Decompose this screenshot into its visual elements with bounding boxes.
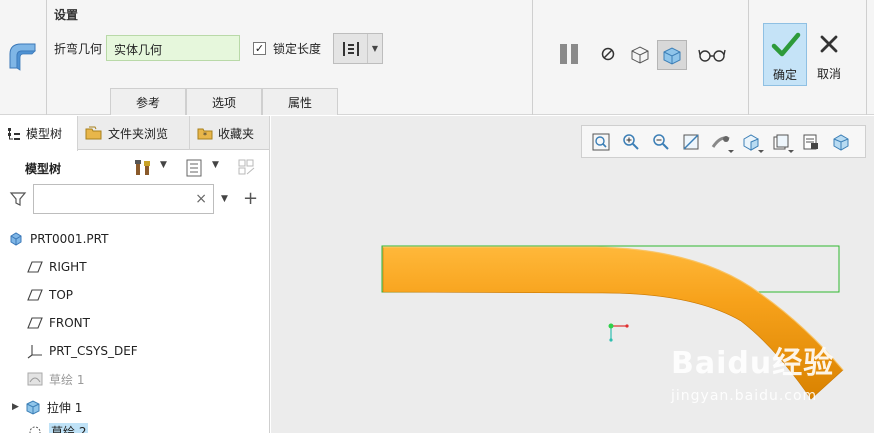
svg-text:*: * (203, 131, 207, 140)
divider (532, 0, 533, 115)
tree-item-sketch-1[interactable]: 草绘 1 (0, 367, 269, 391)
sketch-icon (27, 371, 43, 387)
navigator-tabs: 模型树 文件夹浏览 * 收藏夹 (0, 116, 270, 151)
pause-button[interactable] (554, 40, 584, 68)
tree-item-extrude-1[interactable]: ▶ 拉伸 1 (0, 395, 269, 419)
list-settings-icon (186, 159, 202, 177)
no-preview-button[interactable] (597, 42, 619, 66)
show-hide-icon (238, 159, 255, 175)
folder-icon (85, 126, 102, 140)
tree-item-top[interactable]: TOP (0, 283, 269, 307)
clear-icon[interactable]: × (195, 191, 207, 207)
glasses-icon (698, 49, 726, 62)
tree-item-csys[interactable]: PRT_CSYS_DEF (0, 339, 269, 363)
no-preview-icon (601, 47, 615, 61)
watermark-url: jingyan.baidu.com (671, 388, 818, 404)
datum-plane-icon (27, 259, 43, 275)
tab-favorites[interactable]: * 收藏夹 (190, 116, 270, 150)
preview-icon (631, 46, 649, 64)
tree-filter-button[interactable] (236, 157, 258, 179)
chevron-down-icon[interactable]: ▼ (368, 34, 382, 63)
ok-button[interactable]: 确定 (763, 23, 807, 86)
cancel-label: 取消 (816, 67, 841, 81)
divider (46, 0, 47, 115)
sketch-icon (27, 423, 43, 433)
model-tree-icon (8, 127, 20, 140)
tree-item-label: FRONT (49, 316, 90, 330)
tree-item-label: 拉伸 1 (46, 400, 83, 415)
tab-label: 收藏夹 (218, 126, 255, 141)
length-option-icon (334, 34, 368, 63)
verify-icon (663, 47, 681, 65)
expand-arrow-icon[interactable]: ▶ (12, 402, 19, 412)
check-icon (771, 32, 801, 57)
tree-item-label: 草绘 2 (49, 423, 89, 433)
tab-label: 文件夹浏览 (108, 126, 169, 141)
bend-feature-icon (9, 43, 36, 71)
chevron-down-icon[interactable]: ▼ (160, 160, 167, 170)
favorites-icon: * (197, 128, 213, 140)
tab-options[interactable]: 选项 (186, 88, 262, 115)
tab-folder-browser[interactable]: 文件夹浏览 (78, 116, 190, 150)
csys-icon (27, 343, 43, 359)
tree-item-sketch-2[interactable]: 草绘 2 (0, 421, 269, 433)
feature-preview-button[interactable] (696, 42, 728, 68)
ok-label: 确定 (772, 68, 797, 82)
watermark-brand: Baidu经验 (671, 346, 835, 381)
cancel-button[interactable]: 取消 (812, 30, 846, 85)
divider (866, 0, 867, 115)
tab-references[interactable]: 参考 (110, 88, 186, 115)
tree-item-label: PRT0001.PRT (30, 232, 109, 246)
chevron-down-icon[interactable]: ▼ (221, 194, 228, 204)
preview-button[interactable] (626, 40, 654, 68)
divider (748, 0, 749, 115)
chevron-down-icon[interactable]: ▼ (212, 160, 219, 170)
bend-geometry-field[interactable]: 实体几何 (106, 35, 240, 61)
verify-button[interactable] (657, 40, 687, 70)
tree-item-front[interactable]: FRONT (0, 311, 269, 335)
lock-length-label: 锁定长度 (273, 41, 322, 56)
tab-model-tree[interactable]: 模型树 (0, 116, 78, 151)
lock-length-checkbox[interactable]: ✓ 锁定长度 (253, 38, 321, 58)
add-icon[interactable]: + (243, 188, 258, 209)
tab-label: 模型树 (26, 127, 63, 141)
datum-plane-icon (27, 315, 43, 331)
extrude-icon (25, 399, 41, 415)
tools-icon (135, 160, 150, 175)
tree-item-label: RIGHT (49, 260, 87, 274)
navigator-panel: 模型树 文件夹浏览 * 收藏夹 模型树 ▼ ▼ × ▼ + PRT0001.PR… (0, 116, 270, 433)
part-icon (8, 231, 24, 247)
checkbox-box[interactable]: ✓ (253, 41, 266, 55)
graphics-window[interactable]: Baidu经验 jingyan.baidu.com (271, 116, 874, 433)
tree-item-part[interactable]: PRT0001.PRT (0, 227, 269, 251)
tree-item-right[interactable]: RIGHT (0, 255, 269, 279)
tree-settings-button[interactable] (183, 157, 205, 179)
close-icon (820, 35, 838, 53)
tree-item-label: TOP (49, 288, 74, 302)
settings-title: 设置 (54, 8, 79, 22)
tree-search-input[interactable]: × (33, 184, 214, 214)
tab-properties[interactable]: 属性 (262, 88, 338, 115)
datum-plane-icon (27, 287, 43, 303)
tree-tools-button[interactable] (132, 157, 154, 179)
bend-geometry-label: 折弯几何 (54, 42, 103, 56)
watermark: Baidu经验 jingyan.baidu.com (671, 338, 871, 428)
length-option-button[interactable]: ▼ (333, 33, 383, 64)
model-tree-title: 模型树 (25, 162, 62, 176)
filter-icon[interactable] (9, 190, 29, 210)
feature-dashboard: 设置 折弯几何 实体几何 ✓ 锁定长度 ▼ 参考 选项 属性 确定 取消 (0, 0, 874, 115)
tree-item-label: PRT_CSYS_DEF (49, 344, 138, 358)
tree-item-label: 草绘 1 (49, 372, 85, 387)
pause-icon (560, 44, 578, 64)
